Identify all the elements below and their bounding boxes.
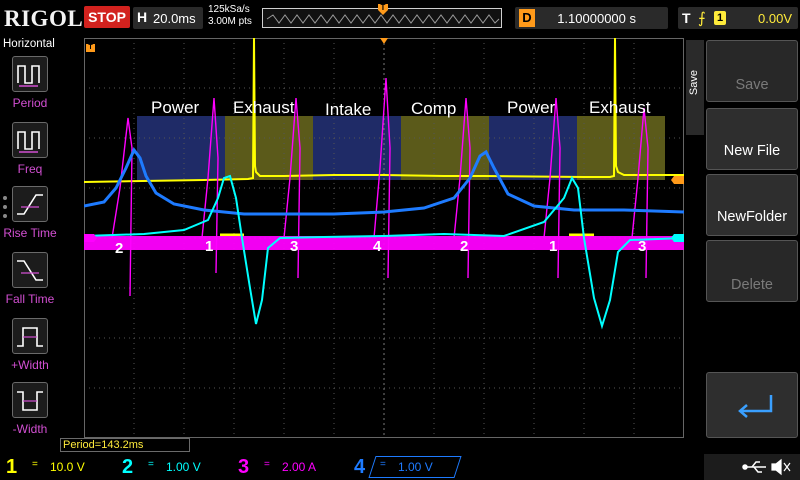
- rigol-logo: RIGOL: [4, 6, 84, 31]
- measure-rise-time-button[interactable]: Rise Time: [0, 186, 60, 248]
- trigger-display[interactable]: T ⨍ 1 0.00V: [678, 7, 798, 29]
- timebase-value: 20.0ms: [153, 11, 196, 26]
- system-icons: [704, 454, 800, 480]
- frequency-label: Freq: [17, 162, 43, 176]
- phase-label-power-2: Power: [507, 98, 556, 117]
- enter-icon: [738, 395, 773, 418]
- trigger-source-channel: 1: [714, 11, 726, 25]
- positive-width-icon: [12, 318, 48, 354]
- enter-button[interactable]: [706, 372, 798, 438]
- delay-label: D: [519, 9, 535, 27]
- period-icon: [12, 56, 48, 92]
- channel-2-number: 2: [122, 456, 134, 478]
- cylinder-number: 2: [115, 240, 124, 257]
- channel-4-status[interactable]: 4 = 1.00 V: [348, 455, 464, 479]
- negative-width-icon: [12, 382, 48, 418]
- top-status-bar: RIGOL STOP H 20.0ms 125kSa/s 3.00M pts T…: [0, 0, 800, 36]
- period-measurement: Period=143.2ms: [60, 438, 190, 452]
- trigger-level: 0.00V: [758, 11, 792, 26]
- horizontal-label: H: [137, 9, 148, 25]
- phase-label-power: Power: [151, 98, 200, 117]
- fall-time-icon: [12, 252, 48, 288]
- measure-frequency-button[interactable]: Freq: [0, 122, 60, 184]
- cylinder-number: 1: [549, 238, 558, 255]
- save-button[interactable]: Save: [706, 40, 798, 102]
- channel-1-number: 1: [6, 456, 18, 478]
- ch3-waveform-band: [84, 236, 684, 250]
- cylinder-number: 1: [205, 238, 214, 255]
- channel-3-status[interactable]: 3 = 2.00 A: [232, 455, 344, 479]
- channel-4-coupling: =: [380, 459, 386, 470]
- speaker-mute-icon: [771, 458, 791, 476]
- new-folder-button[interactable]: NewFolder: [706, 174, 798, 236]
- trigger-label: T: [682, 10, 691, 26]
- cylinder-number: 3: [638, 238, 647, 255]
- comp-phase-block: [401, 116, 489, 180]
- rise-time-label: Rise Time: [3, 226, 57, 240]
- channel-2-scale: 1.00 V: [166, 460, 201, 474]
- delay-display[interactable]: D 1.10000000 s: [515, 7, 668, 29]
- channel-3-number: 3: [238, 456, 250, 478]
- rise-time-icon: [12, 186, 48, 222]
- phase-label-comp: Comp: [411, 99, 457, 118]
- cylinder-number: 4: [373, 238, 382, 255]
- sample-rate: 125kSa/s: [208, 4, 250, 15]
- channel-status-bar: 1 = 10.0 V 2 = 1.00 V 3 = 2.00 A 4 = 1.0…: [0, 452, 800, 480]
- save-menu-tab-label: Save: [688, 70, 700, 96]
- run-stop-status[interactable]: STOP: [84, 6, 130, 28]
- measure-fall-time-button[interactable]: Fall Time: [0, 252, 60, 314]
- new-file-button[interactable]: New File: [706, 108, 798, 170]
- fall-time-label: Fall Time: [5, 292, 55, 306]
- phase-label-intake: Intake: [325, 100, 372, 119]
- channel-1-scale: 10.0 V: [50, 460, 85, 474]
- measure-period-button[interactable]: Period: [0, 56, 60, 118]
- trigger-level-marker: [671, 176, 684, 184]
- positive-width-label: +Width: [11, 358, 49, 372]
- channel-2-status[interactable]: 2 = 1.00 V: [116, 455, 228, 479]
- channel-3-coupling: =: [264, 459, 270, 470]
- delete-button[interactable]: Delete: [706, 240, 798, 302]
- channel-4-number: 4: [354, 456, 366, 478]
- measure-negative-width-button[interactable]: -Width: [0, 382, 60, 444]
- horizontal-measure-menu: Horizontal Period Freq Rise Time Fall Ti…: [0, 36, 60, 452]
- measure-menu-title: Horizontal: [3, 38, 55, 50]
- save-button-label: Save: [735, 77, 769, 93]
- memory-depth: 3.00M pts: [208, 16, 252, 27]
- negative-width-label: -Width: [12, 422, 48, 436]
- phase-label-exhaust-2: Exhaust: [589, 98, 651, 117]
- delay-value: 1.10000000 s: [557, 11, 636, 26]
- ch1-ground-marker: T: [86, 44, 95, 52]
- channel-2-coupling: =: [148, 459, 154, 470]
- save-menu-tab[interactable]: Save: [686, 40, 704, 135]
- horizontal-timebase[interactable]: H 20.0ms: [133, 7, 203, 29]
- waveform-display[interactable]: Power Exhaust Intake Comp Power Exhaust …: [84, 38, 684, 438]
- cylinder-number: 3: [290, 238, 299, 255]
- delete-label: Delete: [731, 277, 773, 293]
- intake-phase-block: [313, 116, 401, 180]
- new-folder-label: NewFolder: [716, 209, 788, 225]
- acquisition-info: 125kSa/s 3.00M pts: [208, 4, 252, 28]
- exhaust-phase-block-2: [577, 116, 665, 180]
- channel-1-status[interactable]: 1 = 10.0 V: [0, 455, 112, 479]
- power-phase-block-2: [489, 116, 577, 180]
- usb-icon: [742, 461, 766, 473]
- channel-3-scale: 2.00 A: [282, 460, 317, 474]
- channel-1-coupling: =: [32, 459, 38, 470]
- channel-4-scale: 1.00 V: [398, 460, 433, 474]
- new-file-label: New File: [723, 143, 781, 159]
- frequency-icon: [12, 122, 48, 158]
- rising-edge-icon: ⨍: [698, 10, 706, 27]
- measure-positive-width-button[interactable]: +Width: [0, 318, 60, 380]
- cylinder-number: 2: [460, 238, 469, 255]
- phase-label-exhaust: Exhaust: [233, 98, 295, 117]
- save-softkey-menu: Save Save New File NewFolder Delete: [686, 36, 800, 452]
- period-label: Period: [12, 96, 48, 110]
